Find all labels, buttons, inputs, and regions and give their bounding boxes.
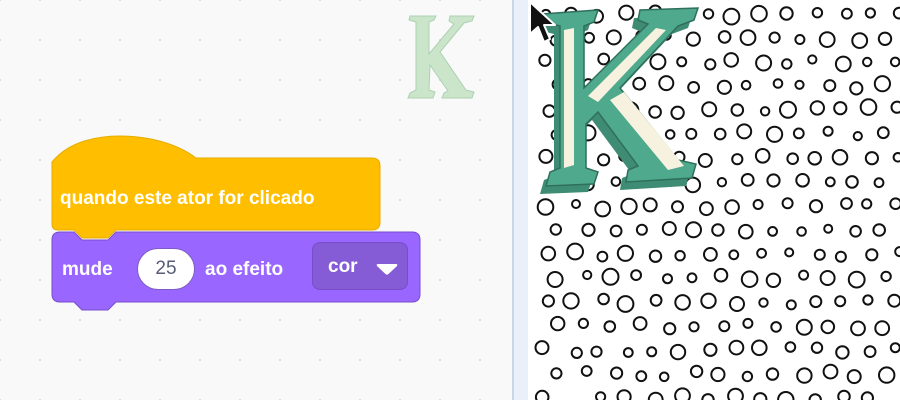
change-label: mude — [62, 259, 113, 280]
code-area[interactable]: quando este ator for clicado mude 25 ao … — [0, 0, 512, 400]
effect-dropdown[interactable]: cor — [312, 242, 408, 290]
hat-block-label: quando este ator for clicado — [60, 188, 315, 209]
effect-dropdown-value: cor — [328, 256, 358, 277]
stage[interactable] — [528, 0, 900, 400]
pane-gutter — [514, 0, 528, 400]
script-stack[interactable]: quando este ator for clicado mude 25 ao … — [0, 0, 512, 400]
arrow-cursor-icon — [529, 1, 556, 43]
effect-label: ao efeito — [205, 259, 284, 280]
effect-amount-input[interactable]: 25 — [137, 248, 195, 290]
chevron-down-icon — [376, 264, 398, 275]
